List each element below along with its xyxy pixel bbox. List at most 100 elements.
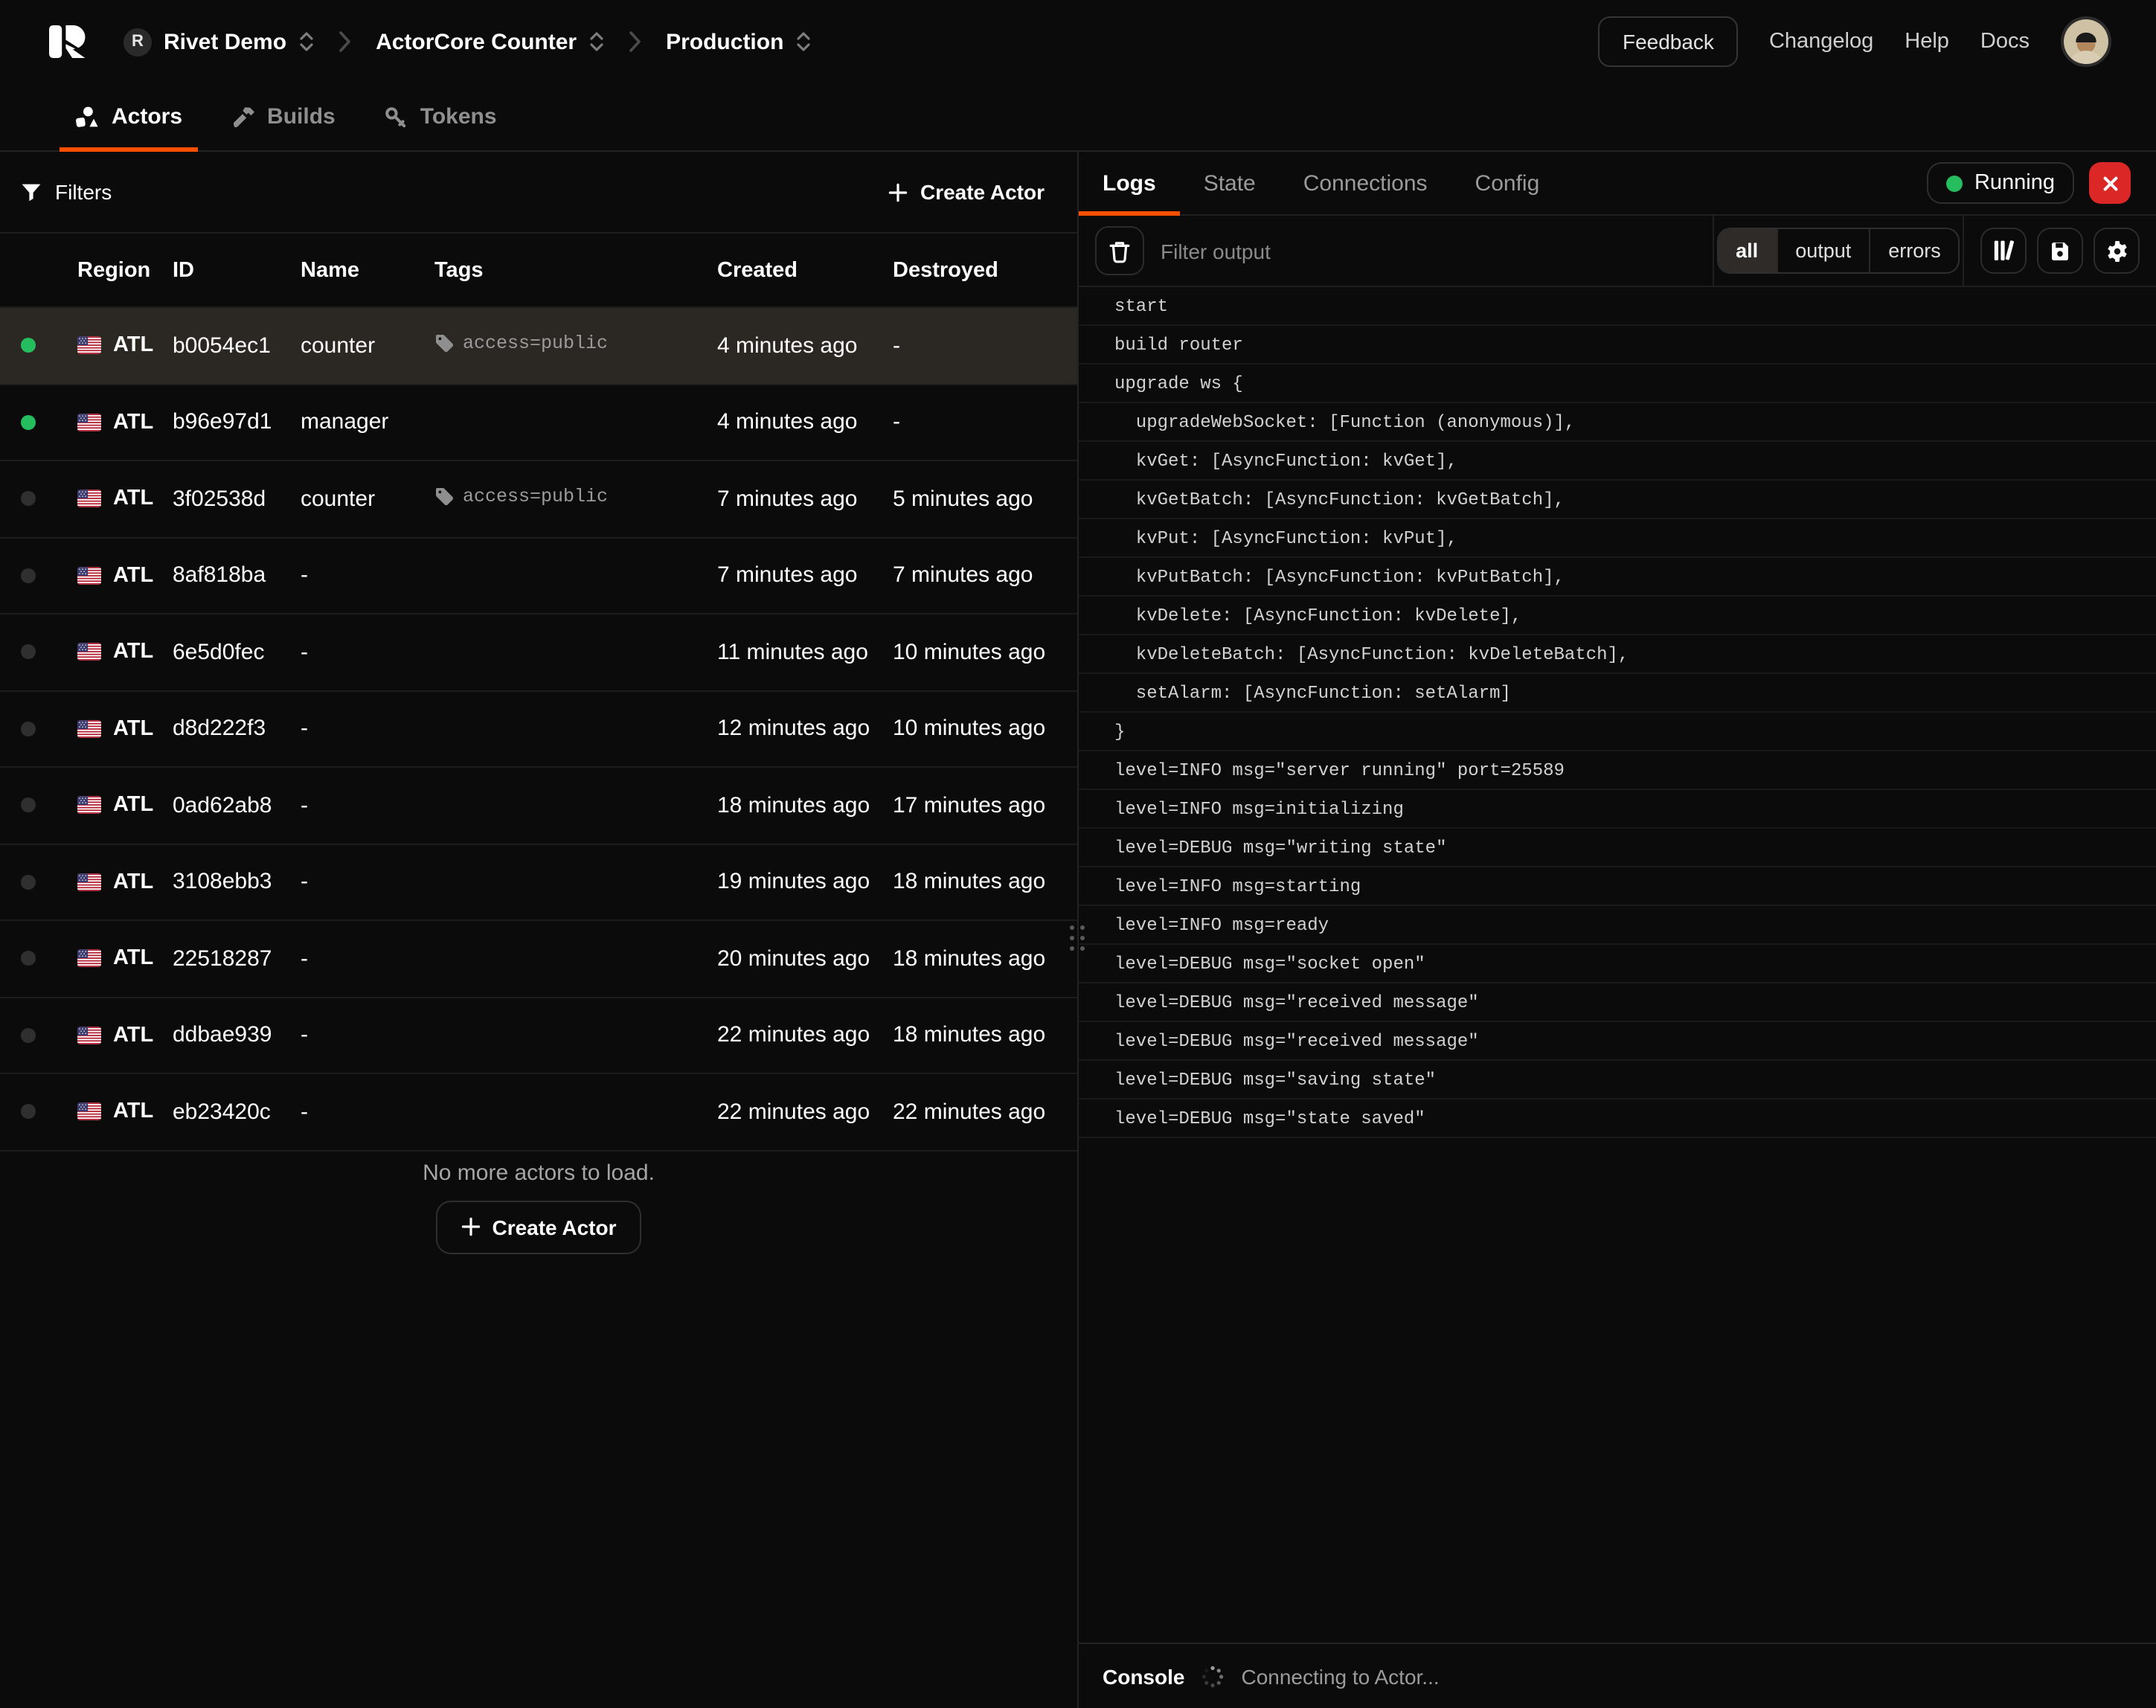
clear-logs-button[interactable] [1095,226,1144,275]
us-flag-icon [77,720,101,738]
tab-state[interactable]: State [1180,152,1280,214]
actor-created: 4 minutes ago [699,333,875,359]
breadcrumb-project[interactable]: R Rivet Demo [112,19,325,65]
mode-output[interactable]: output [1776,229,1869,272]
actor-detail-panel: Logs State Connections Config Running [1079,152,2156,1708]
table-row[interactable]: ATL 3f02538d counter access=public 7 min… [0,461,1077,538]
log-line: level=INFO msg="server running" port=255… [1079,751,2156,790]
log-line: kvGetBatch: [AsyncFunction: kvGetBatch], [1079,481,2156,519]
save-button[interactable] [2037,228,2083,274]
table-row[interactable]: ATL ddbae939 - 22 minutes ago 18 minutes… [0,998,1077,1074]
tab-builds[interactable]: Builds [216,83,350,150]
log-line: upgradeWebSocket: [Function (anonymous)]… [1079,403,2156,442]
actor-destroyed: 22 minutes ago [875,1099,1077,1125]
tag-icon [434,333,454,353]
actor-table-body: ATL b0054ec1 counter access=public 4 min… [0,308,1077,1151]
tab-builds-label: Builds [267,104,336,129]
actor-region: ATL [113,564,153,588]
status-badge: Running [1927,162,2074,204]
docs-link[interactable]: Docs [1980,30,2030,54]
log-mode-segmented: all output errors [1716,228,1960,274]
table-row[interactable]: ATL 0ad62ab8 - 18 minutes ago 17 minutes… [0,768,1077,844]
actor-status-dot [21,951,36,966]
tab-actors[interactable]: Actors [60,83,197,150]
log-line: start [1079,287,2156,326]
log-line: level=INFO msg=starting [1079,867,2156,906]
table-row[interactable]: ATL b0054ec1 counter access=public 4 min… [0,308,1077,385]
table-row[interactable]: ATL eb23420c - 22 minutes ago 22 minutes… [0,1074,1077,1151]
breadcrumb-namespace[interactable]: ActorCore Counter [364,20,615,63]
us-flag-icon [77,414,101,431]
us-flag-icon [77,490,101,508]
table-row[interactable]: ATL b96e97d1 manager 4 minutes ago - [0,385,1077,461]
actor-created: 11 minutes ago [699,640,875,665]
log-line: level=DEBUG msg="received message" [1079,1022,2156,1061]
main-tabs: Actors Builds Tokens [0,83,2156,152]
actor-tag-label: access=public [463,486,608,507]
help-link[interactable]: Help [1905,30,1949,54]
actor-status-dot [21,1105,36,1120]
app-root: R Rivet Demo ActorCore Counter [0,0,2156,1708]
actor-id: 6e5d0fec [155,640,283,665]
panel-resize-handle[interactable] [1070,925,1085,951]
feedback-button[interactable]: Feedback [1599,16,1738,67]
actor-status-dot [21,568,36,583]
actor-region: ATL [113,334,153,358]
actor-region: ATL [113,947,153,971]
us-flag-icon [77,1103,101,1121]
actor-destroyed: 17 minutes ago [875,793,1077,818]
log-line: kvPut: [AsyncFunction: kvPut], [1079,519,2156,558]
actor-id: b0054ec1 [155,333,283,359]
mode-all[interactable]: all [1718,229,1776,272]
actor-name: - [283,716,417,742]
actor-name: - [283,563,417,588]
hammer-icon [231,105,255,129]
filters-button[interactable]: Filters [21,180,112,204]
us-flag-icon [77,1027,101,1044]
actor-id: 3108ebb3 [155,870,283,895]
chevron-right-icon [629,31,641,52]
us-flag-icon [77,643,101,661]
plus-icon [461,1217,480,1236]
table-row[interactable]: ATL 3108ebb3 - 19 minutes ago 18 minutes… [0,844,1077,921]
user-avatar[interactable] [2061,16,2111,67]
table-row[interactable]: ATL d8d222f3 - 12 minutes ago 10 minutes… [0,691,1077,768]
actor-created: 20 minutes ago [699,946,875,972]
project-avatar: R [123,28,152,56]
changelog-link[interactable]: Changelog [1769,30,1873,54]
log-line: setAlarm: [AsyncFunction: setAlarm] [1079,674,2156,713]
filter-output-input[interactable] [1161,239,1696,263]
close-button[interactable] [2089,162,2131,204]
funnel-icon [21,182,42,202]
create-actor-button-bottom[interactable]: Create Actor [435,1200,641,1253]
table-row[interactable]: ATL 8af818ba - 7 minutes ago 7 minutes a… [0,538,1077,614]
library-button[interactable] [1980,228,2027,274]
tab-tokens[interactable]: Tokens [370,83,512,150]
log-line: } [1079,713,2156,751]
tab-config[interactable]: Config [1451,152,1564,214]
log-line: level=DEBUG msg="writing state" [1079,829,2156,867]
actor-name: - [283,946,417,972]
no-more-actors-text: No more actors to load. [0,1160,1077,1185]
log-list: startbuild routerupgrade ws { upgradeWeb… [1079,287,2156,1138]
log-line: level=DEBUG msg="state saved" [1079,1099,2156,1138]
mode-errors[interactable]: errors [1869,229,1959,272]
col-created: Created [699,258,875,282]
rivet-logo[interactable] [49,25,86,58]
table-row[interactable]: ATL 6e5d0fec - 11 minutes ago 10 minutes… [0,614,1077,691]
create-actor-button-top[interactable]: Create Actor [877,171,1056,213]
tab-connections[interactable]: Connections [1280,152,1451,214]
top-bar: R Rivet Demo ActorCore Counter [0,0,2156,83]
table-row[interactable]: ATL 22518287 - 20 minutes ago 18 minutes… [0,921,1077,998]
actor-created: 4 minutes ago [699,410,875,435]
actor-created: 7 minutes ago [699,563,875,588]
table-header: Region ID Name Tags Created Destroyed [0,234,1077,308]
breadcrumb-environment[interactable]: Production [654,20,822,63]
actor-status-dot [21,875,36,890]
tab-logs[interactable]: Logs [1079,152,1180,214]
gear-button[interactable] [2094,228,2140,274]
actor-id: 3f02538d [155,487,283,512]
log-line: level=DEBUG msg="received message" [1079,983,2156,1022]
actor-region: ATL [113,640,153,664]
actor-destroyed: 5 minutes ago [875,487,1077,512]
